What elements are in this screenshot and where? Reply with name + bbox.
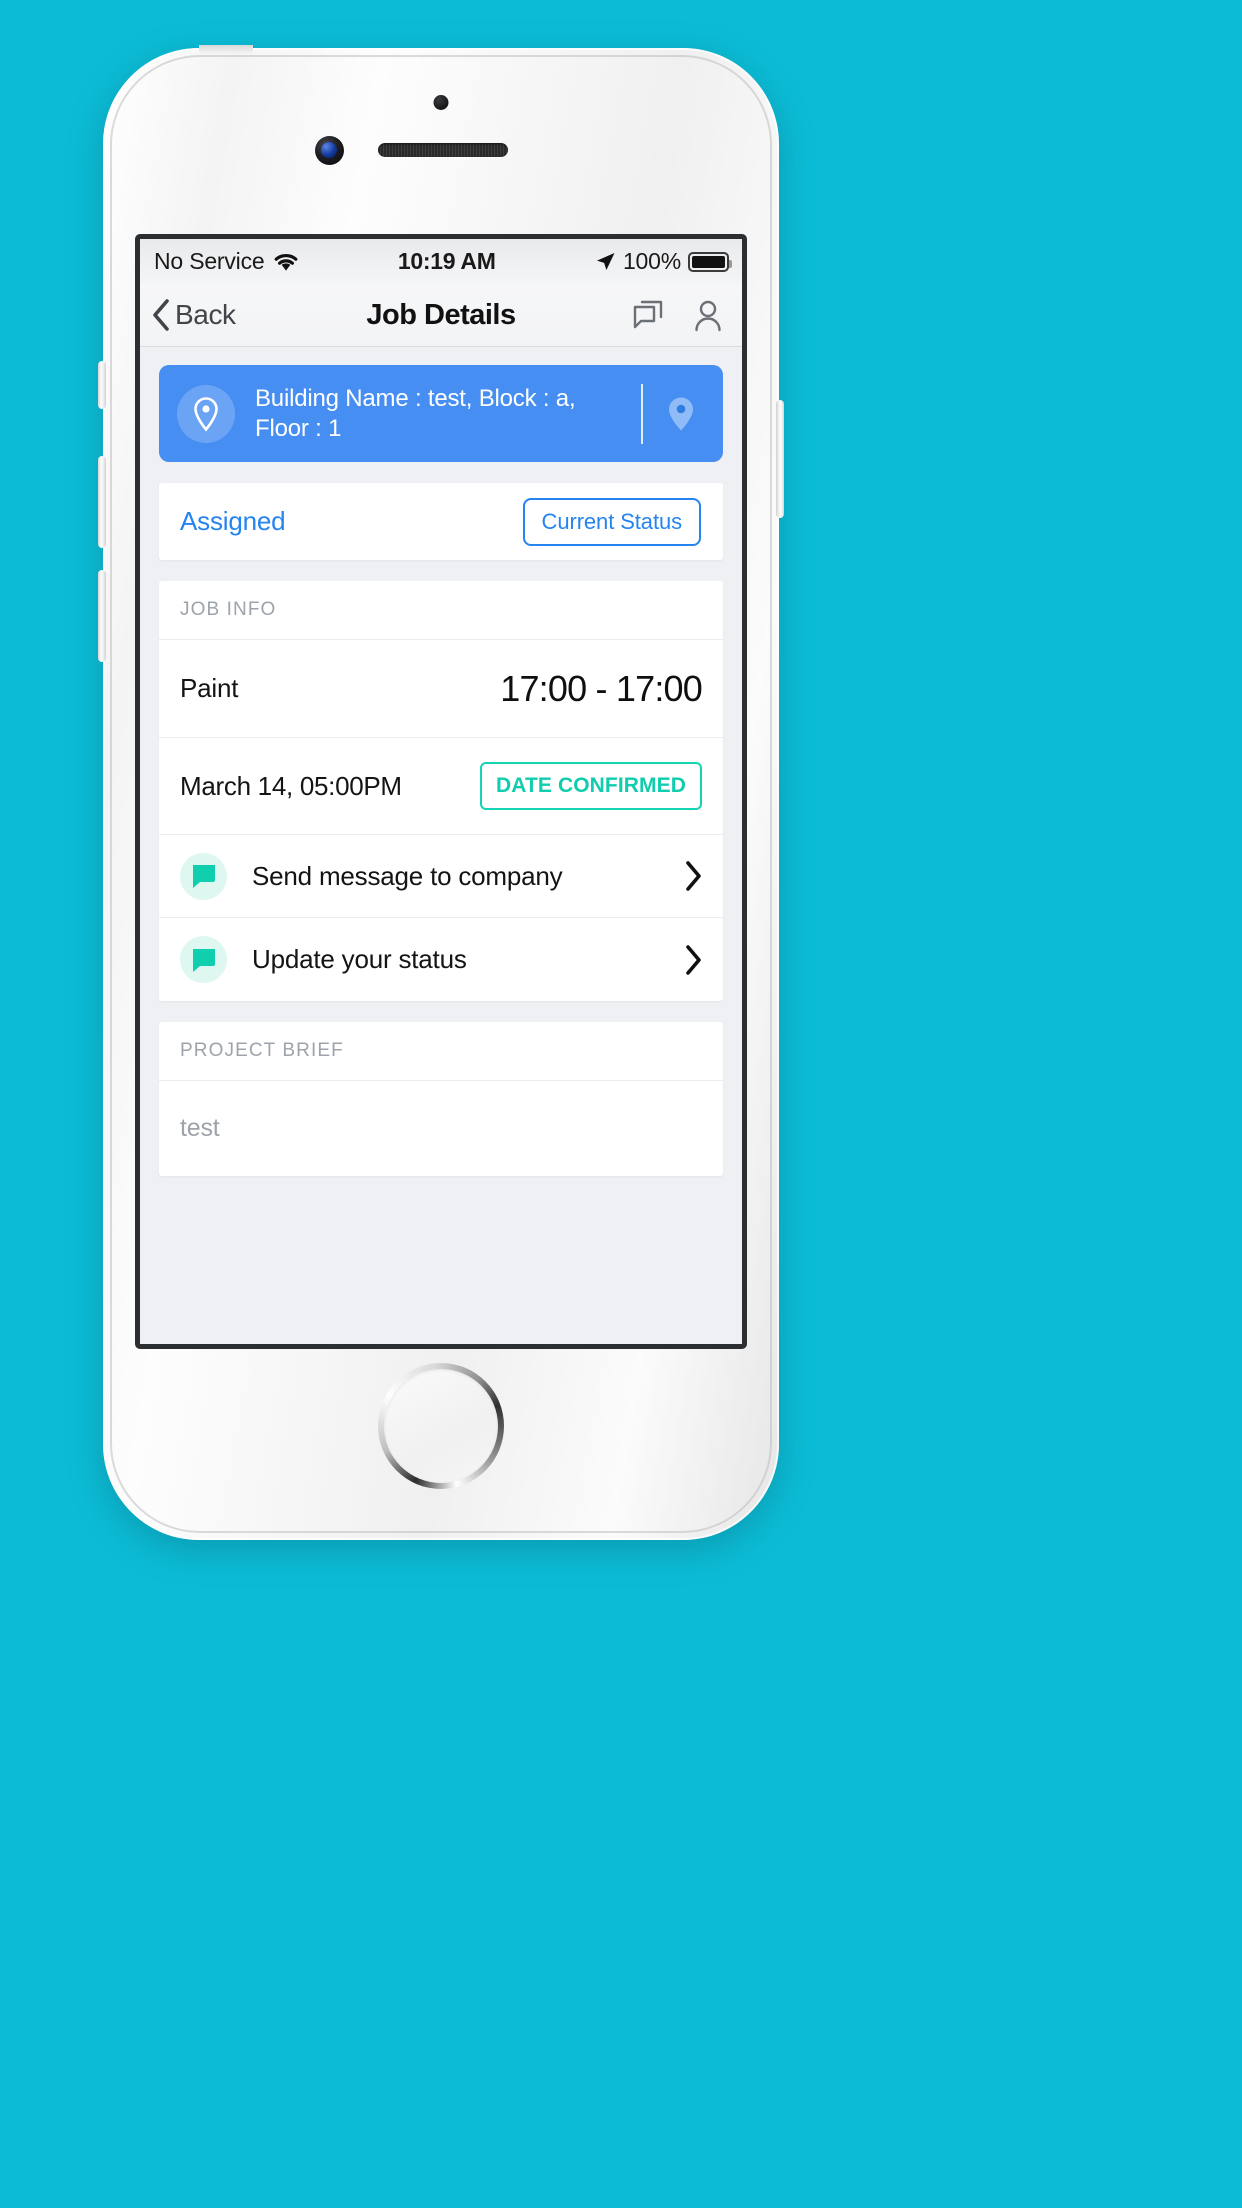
job-name-label: Paint xyxy=(180,673,239,703)
assigned-status-label: Assigned xyxy=(180,506,286,536)
update-status-row[interactable]: Update your status xyxy=(159,918,723,1001)
back-button[interactable]: Back xyxy=(152,299,236,331)
chat-bubble-icon xyxy=(180,852,227,900)
project-brief-card: PROJECT BRIEF test xyxy=(159,1022,723,1176)
volume-down-button[interactable] xyxy=(98,570,106,662)
date-confirmed-badge[interactable]: DATE CONFIRMED xyxy=(480,762,702,810)
send-message-row[interactable]: Send message to company xyxy=(159,835,723,918)
status-bar-right: 100% xyxy=(595,248,732,275)
power-button[interactable] xyxy=(776,400,784,518)
location-pin-badge xyxy=(177,384,235,443)
device-top-slot xyxy=(199,45,253,54)
chevron-right-icon xyxy=(684,861,702,891)
job-info-card: JOB INFO Paint 17:00 - 17:00 March 14, 0… xyxy=(159,581,723,1001)
chevron-left-icon xyxy=(152,299,170,331)
volume-up-button[interactable] xyxy=(98,456,106,548)
profile-icon[interactable] xyxy=(691,298,725,332)
status-bar: No Service 10:19 AM 100% xyxy=(140,239,742,284)
send-message-label: Send message to company xyxy=(252,860,563,891)
status-bar-time: 10:19 AM xyxy=(397,248,496,274)
map-pin-button[interactable] xyxy=(643,396,719,432)
battery-full-icon xyxy=(688,251,732,272)
phone-device: No Service 10:19 AM 100% Back Job Detail… xyxy=(98,45,784,1540)
map-pin-icon xyxy=(667,396,695,432)
front-camera xyxy=(315,136,344,165)
messages-icon[interactable] xyxy=(631,298,665,332)
job-info-header: JOB INFO xyxy=(159,581,723,640)
chevron-right-icon xyxy=(684,944,702,975)
project-brief-text: test xyxy=(180,1114,220,1142)
earpiece-speaker xyxy=(378,143,508,157)
screen-content: Building Name : test, Block : a, Floor :… xyxy=(140,347,742,1344)
back-button-label: Back xyxy=(175,299,236,330)
project-brief-body: test xyxy=(159,1081,723,1176)
chat-bubble-icon xyxy=(180,936,227,983)
job-date-row: March 14, 05:00PM DATE CONFIRMED xyxy=(159,738,723,835)
nav-actions xyxy=(631,298,725,332)
status-bar-left: No Service xyxy=(154,248,299,275)
location-banner-text: Building Name : test, Block : a, Floor :… xyxy=(255,384,576,442)
navigation-bar: Back Job Details xyxy=(140,284,742,347)
battery-percent-label: 100% xyxy=(622,248,681,274)
job-date-label: March 14, 05:00PM xyxy=(180,770,402,801)
home-button[interactable] xyxy=(378,1363,504,1489)
wifi-icon xyxy=(273,252,299,272)
location-pin-icon xyxy=(191,396,221,432)
location-arrow-icon xyxy=(595,251,616,272)
carrier-label: No Service xyxy=(154,248,265,274)
project-brief-header: PROJECT BRIEF xyxy=(159,1022,723,1081)
phone-screen: No Service 10:19 AM 100% Back Job Detail… xyxy=(135,234,747,1349)
status-card: Assigned Current Status xyxy=(159,483,723,560)
job-row: Paint 17:00 - 17:00 xyxy=(159,640,723,738)
microphone-dot xyxy=(433,95,449,110)
job-time-label: 17:00 - 17:00 xyxy=(500,667,703,709)
location-banner[interactable]: Building Name : test, Block : a, Floor :… xyxy=(159,365,723,462)
update-status-label: Update your status xyxy=(252,944,467,974)
mute-switch[interactable] xyxy=(98,361,106,409)
current-status-button[interactable]: Current Status xyxy=(522,497,701,546)
